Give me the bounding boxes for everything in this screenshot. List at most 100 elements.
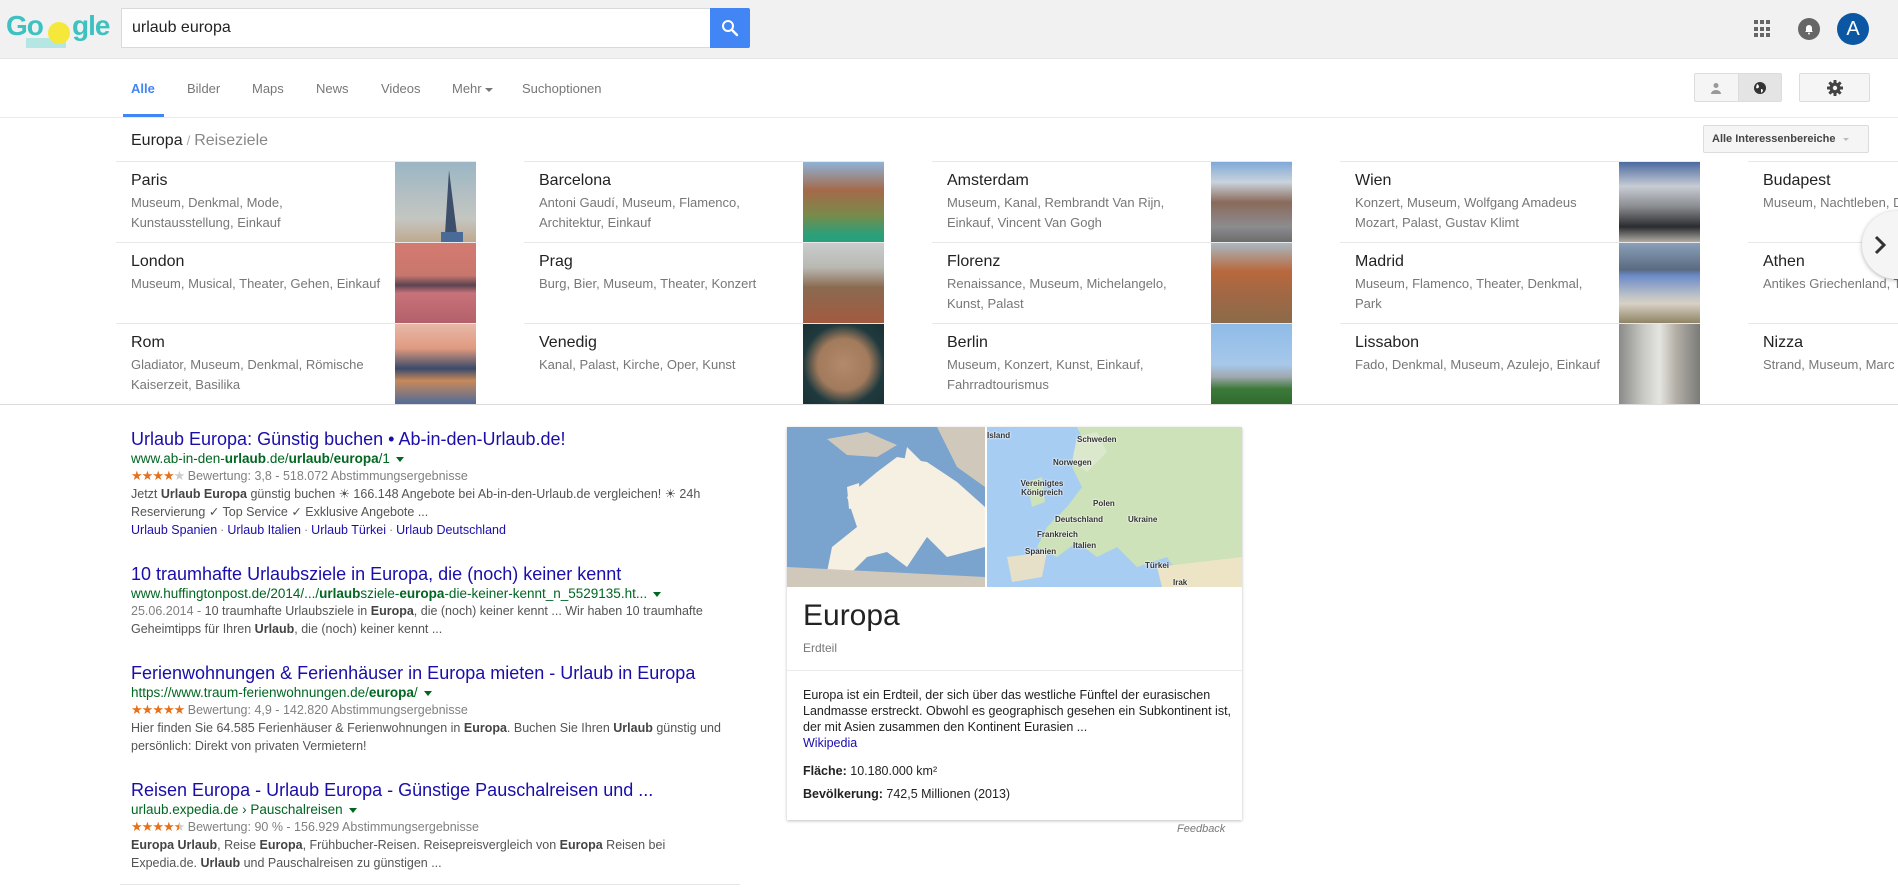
search-tabs-bar: Alle Bilder Maps News Videos Mehr Suchop… <box>0 59 1898 118</box>
result-title-link[interactable]: Urlaub Europa: Günstig buchen • Ab-in-de… <box>131 428 731 450</box>
search-input[interactable] <box>122 9 711 47</box>
destination-card-wien[interactable]: Wien Konzert, Museum, Wolfgang Amadeus Mo… <box>1340 161 1700 243</box>
destination-card-lissabon[interactable]: Lissabon Fado, Denkmal, Museum, Azulejo, … <box>1340 323 1700 404</box>
europe-political-map[interactable]: Island Schweden Norwegen Vereinigtes Kön… <box>987 427 1242 587</box>
text-segment: www.ab-in-den- <box>131 451 225 466</box>
kp-fact-value: 10.180.000 km² <box>850 764 938 778</box>
destination-card-madrid[interactable]: Madrid Museum, Flamenco, Theater, Denkmal… <box>1340 242 1700 324</box>
settings-button[interactable] <box>1799 73 1870 102</box>
star-icon: ★ <box>173 702 186 717</box>
personal-results-toggle <box>1694 73 1782 102</box>
avatar[interactable]: A <box>1837 13 1869 45</box>
logo-text-gle: gle <box>72 10 110 41</box>
destination-tags: Konzert, Museum, Wolfgang Amadeus Mozart… <box>1355 195 1577 230</box>
destination-name: Paris <box>131 172 168 189</box>
apps-icon[interactable] <box>1754 20 1772 38</box>
results-divider <box>120 884 740 885</box>
active-tab-indicator <box>123 114 164 117</box>
text-segment: und Pauschalreisen zu günstigen ... <box>240 856 442 870</box>
tab-suchoptionen[interactable]: Suchoptionen <box>522 81 602 96</box>
destination-card-london[interactable]: London Museum, Musical, Theater, Gehen, E… <box>116 242 476 324</box>
sitelink[interactable]: Urlaub Türkei <box>311 523 386 537</box>
personal-results-button[interactable] <box>1695 74 1739 101</box>
destination-image-prag <box>803 243 884 324</box>
result-options-caret-icon[interactable] <box>423 690 432 696</box>
destination-image-berlin <box>1211 324 1292 404</box>
feedback-link[interactable]: Feedback <box>1177 823 1225 835</box>
kp-subtitle: Erdteil <box>803 641 838 655</box>
highlighted-term: Urlaub Europa <box>160 487 247 501</box>
sitelink[interactable]: Urlaub Deutschland <box>396 523 506 537</box>
highlighted-term: Europa <box>370 604 414 618</box>
sitelink[interactable]: Urlaub Spanien <box>131 523 217 537</box>
destination-name: Athen <box>1763 253 1805 270</box>
destination-card-rom[interactable]: Rom Gladiator, Museum, Denkmal, Römische … <box>116 323 476 404</box>
tab-bilder[interactable]: Bilder <box>187 81 220 96</box>
destination-card-florenz[interactable]: Florenz Renaissance, Museum, Michelangelo… <box>932 242 1292 324</box>
rating-stars: ★★★★★ <box>131 468 185 483</box>
destination-name: Prag <box>539 253 573 270</box>
tab-videos[interactable]: Videos <box>381 81 421 96</box>
highlighted-term: europa <box>399 586 445 601</box>
destination-name: Florenz <box>947 253 1001 270</box>
destination-tags: Antoni Gaudí, Museum, Flamenco, Architek… <box>539 195 740 230</box>
destination-tags: Gladiator, Museum, Denkmal, Römische Kai… <box>131 357 364 392</box>
destination-name: Wien <box>1355 172 1392 189</box>
tab-mehr[interactable]: Mehr <box>452 81 493 96</box>
wikipedia-link[interactable]: Wikipedia <box>803 736 857 750</box>
sitelink-separator: · <box>304 523 309 537</box>
highlighted-term: urlaub <box>288 451 330 466</box>
tab-mehr-label: Mehr <box>452 81 482 96</box>
destination-card-nizza[interactable]: Nizza Strand, Museum, Marc Matisse, Markt <box>1748 323 1898 404</box>
breadcrumb-europa[interactable]: Europa <box>131 132 183 149</box>
search-button[interactable] <box>710 8 750 48</box>
google-doodle-logo[interactable]: Go gle <box>6 10 110 48</box>
destination-card-venedig[interactable]: Venedig Kanal, Palast, Kirche, Oper, Kuns… <box>524 323 884 404</box>
map-label: Island <box>987 431 1011 440</box>
result-url: urlaub.expedia.de › Pauschalreisen <box>131 801 731 818</box>
tab-alle[interactable]: Alle <box>131 81 155 96</box>
destination-card-amsterdam[interactable]: Amsterdam Museum, Kanal, Rembrandt Van Ri… <box>932 161 1292 243</box>
destination-card-prag[interactable]: Prag Burg, Bier, Museum, Theater, Konzert <box>524 242 884 324</box>
star-icon: ★ <box>152 819 164 834</box>
map-label: Spanien <box>1025 547 1057 556</box>
hide-personal-results-button[interactable] <box>1738 74 1781 101</box>
destination-column: Budapest Museum, Nachtleben, Denkmal Athe… <box>1748 161 1898 404</box>
result-snippet: Europa Urlaub, Reise Europa, Frühbucher-… <box>131 836 731 872</box>
map-label: Deutschland <box>1055 515 1104 524</box>
kp-description-text: Europa ist ein Erdteil, der sich über da… <box>803 688 1232 734</box>
star-icon: ★ <box>131 819 143 834</box>
star-icon: ★ <box>152 702 164 717</box>
sitelink[interactable]: Urlaub Italien <box>227 523 301 537</box>
map-label: Ukraine <box>1128 515 1158 524</box>
destination-card-paris[interactable]: Paris Museum, Denkmal, Mode, Kunstausstel… <box>116 161 476 243</box>
map-label: Italien <box>1073 541 1097 550</box>
globe-icon <box>1753 81 1766 94</box>
result-title-link[interactable]: Ferienwohnungen & Ferienhäuser in Europa… <box>131 662 731 684</box>
result-title-link[interactable]: Reisen Europa - Urlaub Europa - Günstige… <box>131 779 731 801</box>
kp-description: Europa ist ein Erdteil, der sich über da… <box>803 687 1233 751</box>
search-box[interactable] <box>121 8 711 48</box>
settings-button-inner[interactable] <box>1800 74 1869 101</box>
result-options-caret-icon[interactable] <box>348 807 357 813</box>
interests-dropdown[interactable]: Alle Interessenbereiche <box>1703 125 1869 153</box>
tab-news[interactable]: News <box>316 81 349 96</box>
notifications-icon[interactable] <box>1798 18 1820 40</box>
europe-locator-map[interactable] <box>787 427 985 587</box>
result-title-link[interactable]: 10 traumhafte Urlaubsziele in Europa, di… <box>131 563 731 585</box>
result-options-caret-icon[interactable] <box>395 456 404 462</box>
destination-column: Barcelona Antoni Gaudí, Museum, Flamenco,… <box>524 161 884 404</box>
destination-card-barcelona[interactable]: Barcelona Antoni Gaudí, Museum, Flamenco,… <box>524 161 884 243</box>
result-options-caret-icon[interactable] <box>653 591 662 597</box>
result-url: https://www.traum-ferienwohnungen.de/eur… <box>131 684 731 701</box>
destination-card-berlin[interactable]: Berlin Museum, Konzert, Kunst, Einkauf, F… <box>932 323 1292 404</box>
kp-fact-label[interactable]: Bevölkerung: <box>803 787 883 801</box>
star-icon: ★ <box>173 819 186 834</box>
text-segment: www.huffingtonpost.de/2014/.../ <box>131 586 320 601</box>
rating-text: Bewertung: 3,8 - 518.072 Abstimmungserge… <box>184 469 468 483</box>
destination-tags: Museum, Musical, Theater, Gehen, Einkauf <box>131 276 381 291</box>
destination-name: Venedig <box>539 334 597 351</box>
kp-fact-label[interactable]: Fläche: <box>803 764 847 778</box>
rating-stars: ★★★★★ <box>131 819 186 834</box>
tab-maps[interactable]: Maps <box>252 81 284 96</box>
